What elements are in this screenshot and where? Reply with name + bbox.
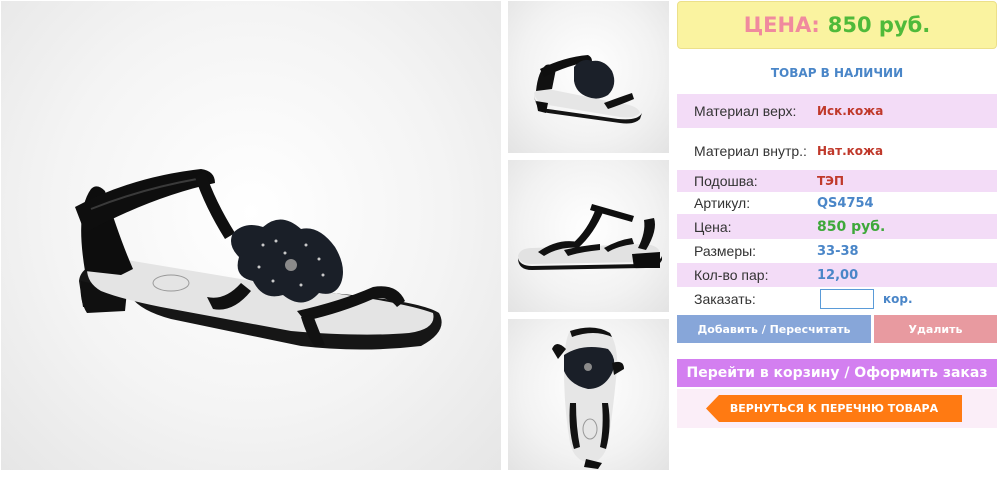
spec-value: Иск.кожа <box>817 104 884 118</box>
spec-label: Материал верх: <box>694 103 797 119</box>
sandal-inner-side-image <box>518 204 662 270</box>
spec-row-article: Артикул: QS4754 <box>677 192 997 214</box>
product-thumbnail-2[interactable] <box>508 160 669 312</box>
order-label: Заказать: <box>694 291 756 307</box>
spec-row-material-inner: Материал внутр.: Нат.кожа <box>677 136 997 166</box>
spec-value: QS4754 <box>817 195 874 211</box>
stock-status: ТОВАР В НАЛИЧИИ <box>770 66 904 80</box>
price-label: ЦЕНА: <box>743 13 820 37</box>
spec-value: 33-38 <box>817 243 859 259</box>
spec-label: Артикул: <box>694 195 751 211</box>
order-unit: кор. <box>883 292 913 306</box>
spec-value: 850 руб. <box>817 218 886 235</box>
spec-label: Цена: <box>694 218 732 235</box>
spec-label: Кол-во пар: <box>694 267 769 283</box>
product-thumbnail-1[interactable] <box>508 1 669 153</box>
price-value: 850 руб. <box>827 13 931 37</box>
spec-row-material-top: Материал верх: Иск.кожа <box>677 94 997 128</box>
product-thumbnail-3[interactable] <box>508 319 669 470</box>
delete-button[interactable]: Удалить <box>874 315 997 343</box>
sandal-three-quarter-image <box>534 55 642 124</box>
spec-value: Нат.кожа <box>817 144 884 158</box>
spec-label: Материал внутр.: <box>694 143 807 159</box>
back-button-area: ВЕРНУТЬСЯ К ПЕРЕЧНЮ ТОВАРА <box>677 389 997 428</box>
spec-value: 12,00 <box>817 267 859 283</box>
spec-row-price: Цена: 850 руб. <box>677 214 997 239</box>
order-row: Заказать: кор. <box>677 287 997 311</box>
price-banner: ЦЕНА: 850 руб. <box>677 1 997 49</box>
sandal-side-view-image <box>75 169 442 350</box>
order-quantity-input[interactable] <box>820 289 874 309</box>
spec-row-sizes: Размеры: 33-38 <box>677 239 997 263</box>
product-page: ЦЕНА: 850 руб. ТОВАР В НАЛИЧИИ Материал … <box>0 0 1000 491</box>
back-to-list-button[interactable]: ВЕРНУТЬСЯ К ПЕРЕЧНЮ ТОВАРА <box>706 395 962 422</box>
spec-label: Подошва: <box>694 173 758 189</box>
spec-row-pairs: Кол-во пар: 12,00 <box>677 263 997 287</box>
sandal-top-view-image <box>552 327 624 469</box>
add-recalculate-button[interactable]: Добавить / Пересчитать <box>677 315 871 343</box>
main-product-image <box>1 1 501 470</box>
spec-row-sole: Подошва: ТЭП <box>677 170 997 192</box>
spec-label: Размеры: <box>694 243 757 259</box>
spec-value: ТЭП <box>817 174 845 188</box>
go-to-cart-button[interactable]: Перейти в корзину / Оформить заказ <box>677 359 997 387</box>
